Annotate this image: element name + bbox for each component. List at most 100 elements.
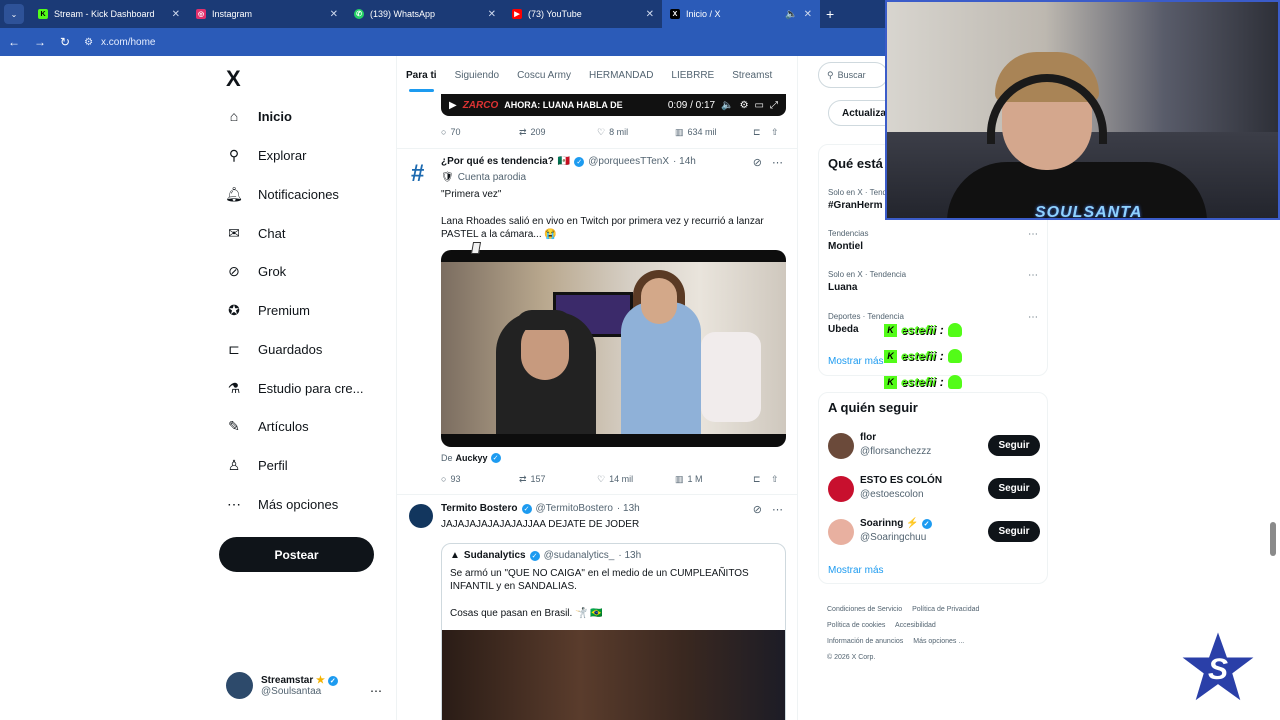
footer-link[interactable]: Política de cookies <box>827 622 885 629</box>
credit-author[interactable]: Auckyy <box>456 453 488 463</box>
tab-coscu-army[interactable]: Coscu Army <box>508 56 580 94</box>
trend-item[interactable]: Tendencias Montiel ⋯ <box>828 229 1038 252</box>
tweet-text: JAJAJAJAJAJAJAJJAA DEJATE DE JODER <box>441 519 640 530</box>
author-name[interactable]: ¿Por qué es tendencia? <box>441 156 554 167</box>
pip-icon[interactable]: ▭ <box>755 100 764 111</box>
quote-video[interactable] <box>442 630 785 720</box>
reply-button[interactable]: ○ 70 <box>441 127 519 137</box>
nav-item-grok[interactable]: ⊘ Grok <box>226 259 286 283</box>
nav-item-inicio[interactable]: ⌂ Inicio <box>226 104 292 128</box>
more-icon[interactable]: ⋯ <box>772 156 783 169</box>
play-icon[interactable]: ▶ <box>449 100 457 111</box>
follow-suggestion[interactable]: ESTO ES COLÓN @estoescolon Seguir <box>828 475 1040 503</box>
volume-icon[interactable]: 🔈 <box>721 100 733 111</box>
trend-item[interactable]: Solo en X · Tendencia Luana ⋯ <box>828 270 1038 293</box>
mute-icon[interactable]: 🔈 <box>785 9 797 20</box>
tab-siguiendo[interactable]: Siguiendo <box>446 56 508 94</box>
settings-icon[interactable]: ⚙ <box>740 100 749 111</box>
quoted-tweet[interactable]: ▲ Sudanalytics ✓ @sudanalytics_ · 13h Se… <box>441 543 786 720</box>
search-input[interactable]: ⚲ Buscar <box>818 62 888 88</box>
author-name[interactable]: Termito Bostero <box>441 503 518 514</box>
nav-item-guardados[interactable]: ⊏ Guardados <box>226 337 322 361</box>
tab-kick[interactable]: K Stream - Kick Dashboard ✕ <box>30 0 188 28</box>
bookmark-button[interactable]: ⊏ <box>753 474 771 485</box>
forward-icon[interactable]: → <box>34 35 46 49</box>
nav-item-premium[interactable]: ✪ Premium <box>226 298 310 322</box>
like-button[interactable]: ♡ 14 mil <box>597 474 675 485</box>
hashtag-avatar-icon[interactable]: # <box>411 160 424 188</box>
close-icon[interactable]: ✕ <box>330 9 338 20</box>
repost-button[interactable]: ⇄ 209 <box>519 127 597 138</box>
author-handle[interactable]: @porqueesTTenX <box>588 156 669 167</box>
left-navigation: X ⌂ Inicio ⚲ Explorar 🔔︎ Notificaciones ✉ Ch… <box>0 56 396 720</box>
post-button[interactable]: Postear <box>219 537 374 572</box>
follow-suggestion[interactable]: Soarinng ⚡ ✓ @Soaringchuu Seguir <box>828 518 1040 546</box>
footer-link[interactable]: Accesibilidad <box>895 622 936 629</box>
back-icon[interactable]: ← <box>8 35 20 49</box>
trends-show-more[interactable]: Mostrar más <box>828 356 884 367</box>
follow-suggestion[interactable]: flor @florsanchezzz Seguir <box>828 432 1040 460</box>
follow-show-more[interactable]: Mostrar más <box>828 565 884 576</box>
avatar[interactable] <box>409 504 433 528</box>
tab-instagram[interactable]: ◎ Instagram ✕ <box>188 0 346 28</box>
tab-streamst[interactable]: Streamst <box>723 56 781 94</box>
close-icon[interactable]: ✕ <box>488 9 496 20</box>
tab-hermandad[interactable]: HERMANDAD <box>580 56 662 94</box>
site-info-icon[interactable]: ⚙ <box>84 37 93 48</box>
svg-text:S: S <box>1208 653 1228 686</box>
tab-x[interactable]: X Inicio / X 🔈 ✕ <box>662 0 820 28</box>
tab-para-ti[interactable]: Para ti <box>397 56 446 94</box>
footer-link[interactable]: Más opciones ... <box>913 638 964 645</box>
bookmark-button[interactable]: ⊏ <box>753 127 771 138</box>
nav-item-estudio[interactable]: ⚗ Estudio para cre... <box>226 376 364 400</box>
author-handle[interactable]: @TermitoBostero <box>536 503 613 514</box>
nav-item-explorar[interactable]: ⚲ Explorar <box>226 143 307 167</box>
footer-link[interactable]: Información de anuncios <box>827 638 903 645</box>
nav-item-perfil[interactable]: ♙ Perfil <box>226 453 288 477</box>
tweet-time[interactable]: · 14h <box>673 156 696 167</box>
footer-link[interactable]: Política de Privacidad <box>912 606 979 613</box>
tweet-header: Termito Bostero ✓ @TermitoBostero · 13h <box>441 503 640 514</box>
close-icon[interactable]: ✕ <box>804 9 812 20</box>
tab-liebrre[interactable]: LIEBRRE <box>662 56 723 94</box>
follow-button[interactable]: Seguir <box>988 521 1040 542</box>
tweet-time[interactable]: · 13h <box>617 503 640 514</box>
url-field[interactable]: ⚙ x.com/home <box>84 37 155 48</box>
reload-icon[interactable]: ↻ <box>60 35 70 49</box>
grok-icon[interactable]: ⊘ <box>753 156 762 169</box>
like-button[interactable]: ♡ 8 mil <box>597 127 675 138</box>
more-icon[interactable]: ⋯ <box>772 503 783 516</box>
views-button[interactable]: ▥ 634 mil <box>675 127 753 138</box>
close-icon[interactable]: ✕ <box>646 9 654 20</box>
reply-button[interactable]: ○ 93 <box>441 474 519 484</box>
nav-item-mas-opciones[interactable]: ⋯ Más opciones <box>226 492 338 516</box>
more-icon[interactable]: ⋯ <box>1028 229 1038 240</box>
account-more-icon[interactable]: ⋯ <box>370 684 382 698</box>
share-button[interactable]: ⇧ <box>771 127 779 138</box>
more-icon[interactable]: ⋯ <box>1028 270 1038 281</box>
tab-youtube[interactable]: ▶ (73) YouTube ✕ <box>504 0 662 28</box>
x-logo[interactable]: X <box>226 66 241 92</box>
repost-button[interactable]: ⇄ 157 <box>519 474 597 485</box>
close-icon[interactable]: ✕ <box>172 9 180 20</box>
follow-button[interactable]: Seguir <box>988 478 1040 499</box>
tab-whatsapp[interactable]: ✆ (139) WhatsApp ✕ <box>346 0 504 28</box>
nav-item-notificaciones[interactable]: 🔔︎ Notificaciones <box>225 182 339 206</box>
video-player-controls[interactable]: ▶ ZARCO AHORA: LUANA HABLA DE 0:09 / 0:1… <box>441 94 786 116</box>
grok-icon[interactable]: ⊘ <box>753 503 762 516</box>
views-button[interactable]: ▥ 1 M <box>675 474 753 485</box>
account-switcher[interactable]: Streamstar ★ ✓ @Soulsantaa <box>226 672 386 699</box>
follow-button[interactable]: Seguir <box>988 435 1040 456</box>
new-tab-button[interactable]: + <box>826 6 834 22</box>
tab-menu-button[interactable]: ⌄ <box>4 4 24 24</box>
share-button[interactable]: ⇧ <box>771 474 779 485</box>
more-icon[interactable]: ⋯ <box>1028 312 1038 323</box>
fullscreen-icon[interactable]: ⤢ <box>770 100 778 111</box>
nav-item-chat[interactable]: ✉ Chat <box>226 221 285 245</box>
nav-item-articulos[interactable]: ✎ Artículos <box>226 414 308 438</box>
tweet-video[interactable] <box>441 250 786 447</box>
star-badge-icon: ★ <box>316 674 326 686</box>
scrollbar[interactable] <box>1270 522 1276 556</box>
quote-text: Se armó un "QUE NO CAIGA" en el medio de… <box>450 568 749 592</box>
footer-link[interactable]: Condiciones de Servicio <box>827 606 902 613</box>
